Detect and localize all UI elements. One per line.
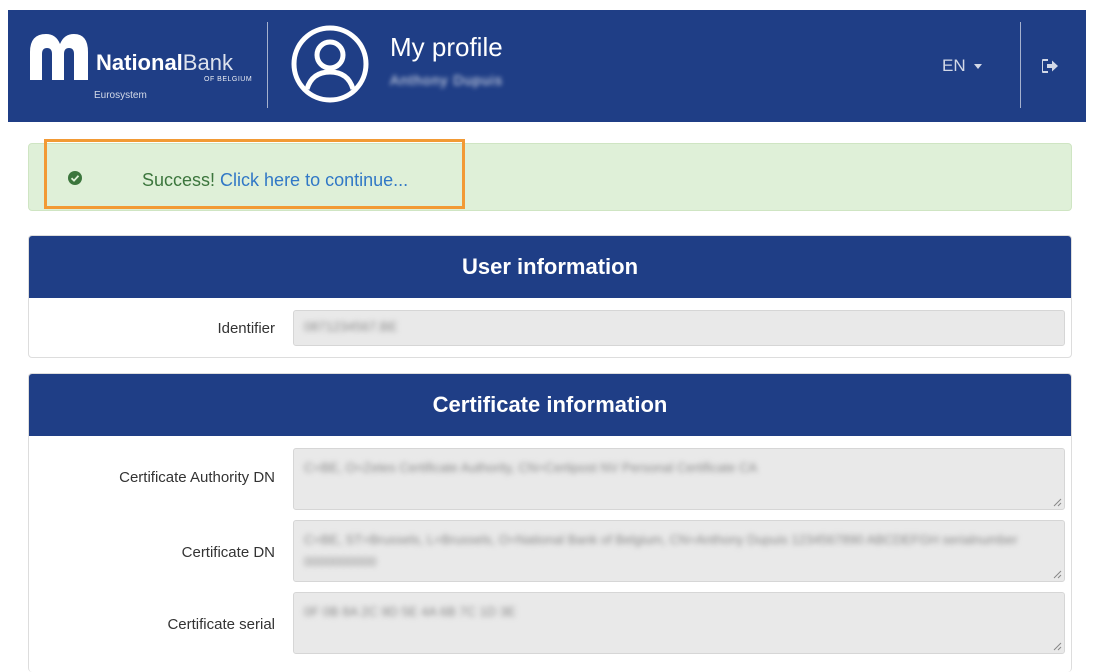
alert-prefix: Success! <box>142 170 216 190</box>
identifier-field[interactable]: 0871234567.BE <box>293 310 1065 346</box>
certificate-authority-label: Certificate Authority DN <box>119 469 275 486</box>
language-label: EN <box>942 56 966 75</box>
certificate-serial-textarea[interactable]: 0F 0B 8A 2C 9D 5E 4A 6B 7C 1D 3E <box>293 592 1065 654</box>
certificate-dn-label: Certificate DN <box>181 544 275 561</box>
brand-eurosystem: Eurosystem <box>94 90 147 101</box>
certificate-serial-value: 0F 0B 8A 2C 9D 5E 4A 6B 7C 1D 3E <box>304 604 516 619</box>
header-divider-left <box>267 22 268 108</box>
certificate-serial-label: Certificate serial <box>167 616 275 633</box>
certificate-authority-textarea[interactable]: C=BE, O=Zetes Certificate Authority, CN=… <box>293 448 1065 510</box>
header-divider-right <box>1020 22 1021 108</box>
identifier-label: Identifier <box>217 320 275 337</box>
user-name: Anthony Dupuis <box>390 72 503 88</box>
resize-handle-icon[interactable] <box>1052 497 1062 507</box>
user-information-panel: User information Identifier 0871234567.B… <box>28 235 1072 358</box>
brand-light: Bank <box>182 50 233 75</box>
logout-icon[interactable] <box>1042 58 1060 74</box>
user-information-heading: User information <box>29 236 1071 298</box>
top-header: NationalBank OF BELGIUM Eurosystem My pr… <box>8 10 1086 122</box>
continue-link[interactable]: Click here to continue... <box>220 170 408 190</box>
certificate-dn-textarea[interactable]: C=BE, ST=Brussels, L=Brussels, O=Nationa… <box>293 520 1065 582</box>
resize-handle-icon[interactable] <box>1052 569 1062 579</box>
user-avatar-icon <box>291 25 369 103</box>
certificate-authority-value: C=BE, O=Zetes Certificate Authority, CN=… <box>304 460 758 475</box>
brand-bold: National <box>96 50 183 75</box>
resize-handle-icon[interactable] <box>1052 641 1062 651</box>
language-dropdown[interactable]: EN <box>942 56 982 76</box>
certificate-information-panel: Certificate information Certificate Auth… <box>28 373 1072 672</box>
nbb-logo-icon <box>30 34 88 80</box>
brand-name: NationalBank <box>96 50 233 76</box>
identifier-value: 0871234567.BE <box>304 319 398 334</box>
brand-sub: OF BELGIUM <box>204 76 253 83</box>
certificate-dn-value: C=BE, ST=Brussels, L=Brussels, O=Nationa… <box>304 532 1018 569</box>
alert-message: Success! Click here to continue... <box>142 170 408 191</box>
check-circle-icon <box>68 171 82 185</box>
chevron-down-icon <box>973 63 982 69</box>
certificate-information-heading: Certificate information <box>29 374 1071 436</box>
nbb-logo[interactable]: NationalBank OF BELGIUM Eurosystem <box>26 30 256 110</box>
page-title: My profile <box>390 32 503 62</box>
